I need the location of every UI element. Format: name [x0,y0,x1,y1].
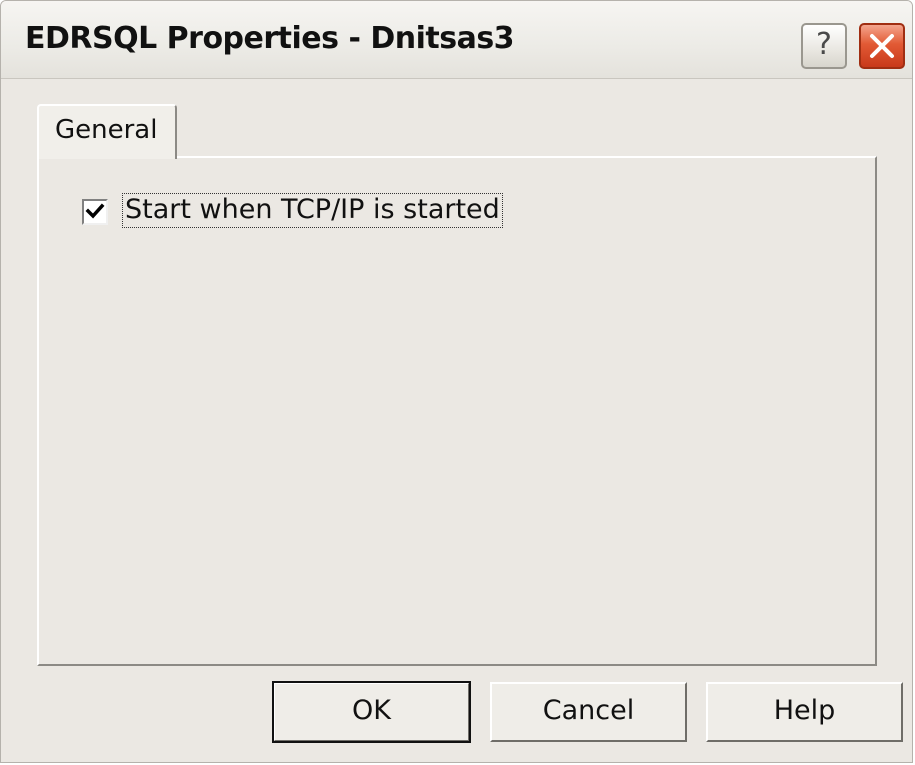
start-with-tcpip-checkbox[interactable] [82,199,108,225]
ok-button[interactable]: OK [272,681,471,743]
window-title: EDRSQL Properties - Dnitsas3 [25,21,515,56]
general-tab-panel: Start when TCP/IP is started [37,156,877,666]
help-title-button[interactable]: ? [801,23,847,69]
title-bar[interactable]: EDRSQL Properties - Dnitsas3 ? [1,1,912,79]
properties-dialog: EDRSQL Properties - Dnitsas3 ? General S… [0,0,913,763]
checkmark-icon [85,203,105,219]
help-button[interactable]: Help [706,682,903,742]
cancel-button[interactable]: Cancel [490,682,687,742]
start-with-tcpip-label[interactable]: Start when TCP/IP is started [122,193,503,228]
close-button[interactable] [859,23,905,69]
close-icon [870,34,894,58]
tab-general[interactable]: General [37,104,177,159]
question-mark-icon: ? [816,27,832,62]
tab-general-label: General [55,115,158,145]
